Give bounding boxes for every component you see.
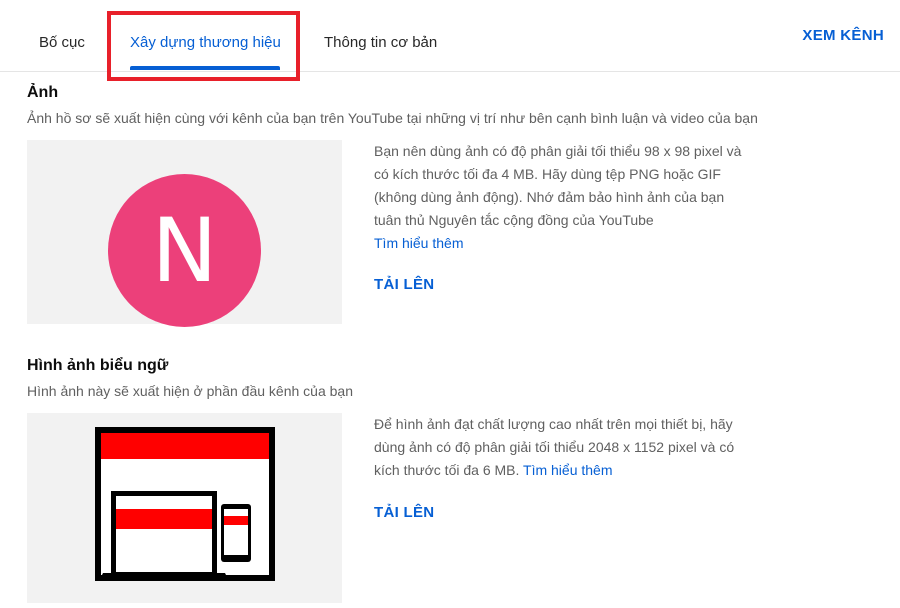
photo-description: Bạn nên dùng ảnh có độ phân giải tối thi… bbox=[374, 140, 744, 255]
tab-basic-info[interactable]: Thông tin cơ bản bbox=[324, 34, 437, 51]
banner-learn-more-link[interactable]: Tìm hiểu thêm bbox=[523, 462, 612, 478]
avatar: N bbox=[108, 174, 261, 327]
highlight-box bbox=[107, 11, 300, 81]
banner-description: Để hình ảnh đạt chất lượng cao nhất trên… bbox=[374, 413, 744, 482]
photo-upload-button[interactable]: TẢI LÊN bbox=[374, 276, 434, 293]
photo-section-title: Ảnh bbox=[27, 84, 59, 101]
banner-section-subtitle: Hình ảnh này sẽ xuất hiện ở phần đầu kên… bbox=[27, 383, 353, 399]
banner-upload-button[interactable]: TẢI LÊN bbox=[374, 504, 434, 521]
photo-section-subtitle: Ảnh hồ sơ sẽ xuất hiện cùng với kênh của… bbox=[27, 110, 758, 126]
photo-learn-more-link[interactable]: Tìm hiểu thêm bbox=[374, 235, 463, 251]
photo-description-text: Bạn nên dùng ảnh có độ phân giải tối thi… bbox=[374, 143, 742, 228]
view-channel-button[interactable]: XEM KÊNH bbox=[802, 27, 884, 44]
devices-banner-icon bbox=[95, 427, 275, 581]
tab-layout[interactable]: Bố cục bbox=[39, 34, 85, 51]
banner-preview bbox=[27, 413, 342, 603]
avatar-preview: N bbox=[27, 140, 342, 327]
banner-section-title: Hình ảnh biểu ngữ bbox=[27, 357, 169, 374]
